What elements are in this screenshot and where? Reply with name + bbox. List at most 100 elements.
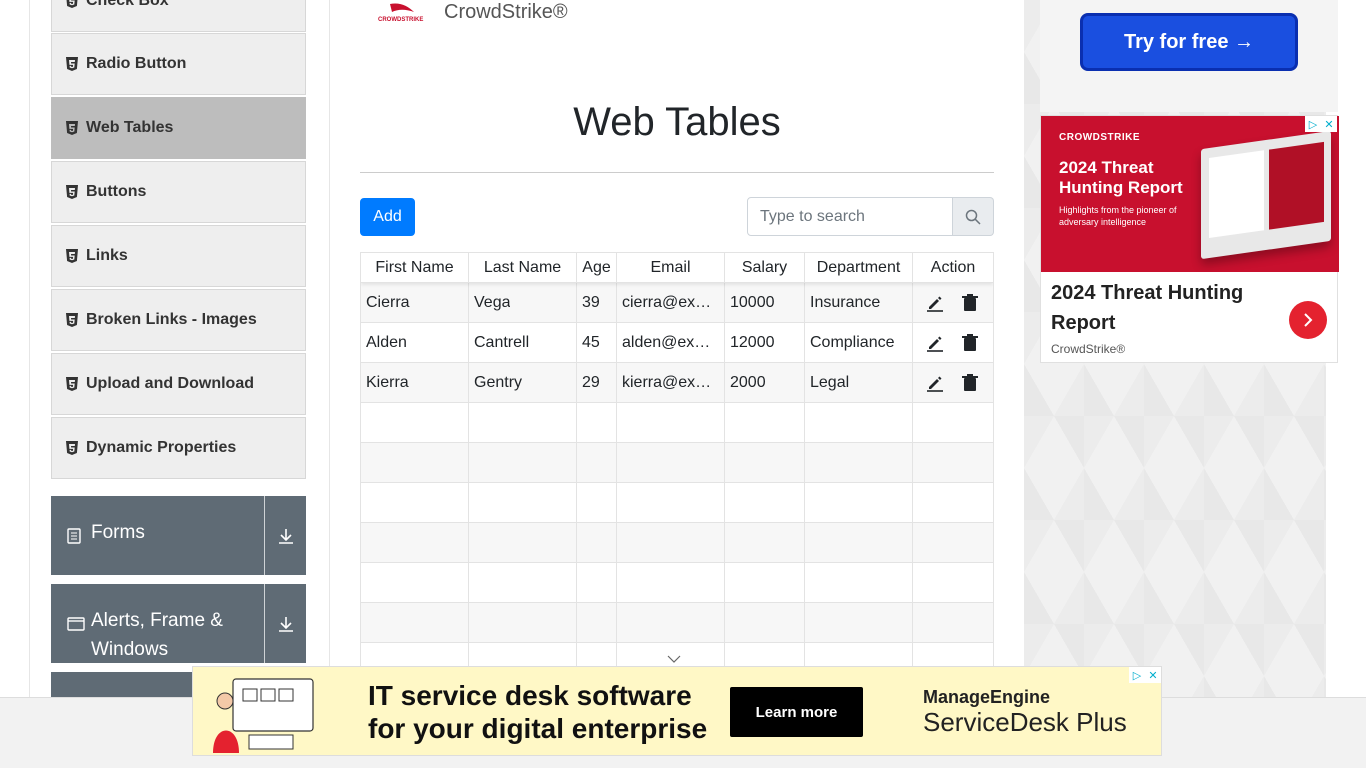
banner-ad-choices[interactable]: ▷ ✕ bbox=[1129, 667, 1161, 683]
cell-last-name: Vega bbox=[469, 283, 577, 323]
empty-cell bbox=[577, 563, 617, 603]
ad-title[interactable]: 2024 Threat Hunting Report bbox=[1051, 278, 1271, 338]
ad-choices[interactable]: ▷ ✕ bbox=[1305, 116, 1337, 132]
delete-icon[interactable] bbox=[962, 374, 980, 392]
sidebar-group-alerts[interactable]: Alerts, Frame & Windows bbox=[51, 584, 306, 663]
cell-salary: 10000 bbox=[725, 283, 805, 323]
cell-first-name: Alden bbox=[361, 323, 469, 363]
chevron-right-icon[interactable] bbox=[1289, 301, 1327, 339]
table-row-empty bbox=[361, 603, 993, 643]
close-icon[interactable]: ✕ bbox=[1145, 667, 1161, 683]
empty-cell bbox=[805, 563, 913, 603]
empty-cell bbox=[469, 523, 577, 563]
cell-department: Insurance bbox=[805, 283, 913, 323]
sidebar-item-label: Web Tables bbox=[86, 119, 174, 136]
sidebar-item-web-tables[interactable]: Web Tables bbox=[51, 97, 306, 159]
adchoices-icon[interactable]: ▷ bbox=[1305, 116, 1321, 132]
empty-cell bbox=[913, 563, 993, 603]
sidebar-item-buttons[interactable]: Buttons bbox=[51, 161, 306, 223]
sidebar-group-label: Alerts, Frame & Windows bbox=[91, 610, 223, 660]
empty-cell bbox=[617, 483, 725, 523]
empty-rows bbox=[361, 403, 993, 683]
delete-icon[interactable] bbox=[962, 334, 980, 352]
sidebar-item-dynamic-properties[interactable]: Dynamic Properties bbox=[51, 417, 306, 479]
column-header[interactable]: Age bbox=[577, 253, 617, 283]
cell-last-name: Cantrell bbox=[469, 323, 577, 363]
table-row-empty bbox=[361, 563, 993, 603]
html5-icon bbox=[66, 313, 78, 327]
sidebar-item-radio-button[interactable]: Radio Button bbox=[51, 33, 306, 95]
column-header[interactable]: First Name bbox=[361, 253, 469, 283]
html5-icon bbox=[66, 441, 78, 455]
sidebar-group-label: Forms bbox=[91, 522, 145, 543]
empty-cell bbox=[361, 403, 469, 443]
empty-cell bbox=[725, 523, 805, 563]
support-agent-illustration bbox=[203, 673, 331, 753]
empty-cell bbox=[617, 563, 725, 603]
banner-brand: ManageEngine bbox=[923, 687, 1051, 707]
adchoices-icon[interactable]: ▷ bbox=[1129, 667, 1145, 683]
empty-cell bbox=[469, 403, 577, 443]
form-icon bbox=[67, 524, 85, 544]
download-icon[interactable] bbox=[264, 584, 306, 663]
table-row: Cierra Vega 39 cierra@ex… 10000 Insuranc… bbox=[361, 283, 993, 323]
search-icon[interactable] bbox=[953, 197, 994, 236]
try-for-free-button[interactable]: Try for free → bbox=[1080, 13, 1298, 71]
sidebar-item-broken-links[interactable]: Broken Links - Images bbox=[51, 289, 306, 351]
ad-image: CROWDSTRIKE 2024 Threat Hunting Report H… bbox=[1041, 116, 1339, 272]
search-input[interactable] bbox=[747, 197, 953, 236]
empty-cell bbox=[577, 443, 617, 483]
cell-age: 39 bbox=[577, 283, 617, 323]
bottom-banner-ad[interactable]: IT service desk software for your digita… bbox=[192, 666, 1162, 756]
ad-top[interactable]: Try for free → bbox=[1040, 0, 1338, 112]
sidebar-item-label: Broken Links - Images bbox=[86, 311, 257, 328]
sidebar-item-links[interactable]: Links bbox=[51, 225, 306, 287]
crowdstrike-logo: CROWDSTRIKE bbox=[376, 0, 428, 24]
table-row-empty bbox=[361, 403, 993, 443]
crowdstrike-ad[interactable]: CROWDSTRIKE 2024 Threat Hunting Report H… bbox=[1040, 115, 1339, 363]
sidebar-item-check-box[interactable]: Check Box bbox=[51, 0, 306, 32]
banner-headline: IT service desk software for your digita… bbox=[368, 679, 707, 745]
column-header[interactable]: Salary bbox=[725, 253, 805, 283]
cell-actions bbox=[913, 363, 993, 403]
sidebar-item-upload-download[interactable]: Upload and Download bbox=[51, 353, 306, 415]
column-header[interactable]: Email bbox=[617, 253, 725, 283]
cell-actions bbox=[913, 323, 993, 363]
cell-actions bbox=[913, 283, 993, 323]
cell-first-name: Kierra bbox=[361, 363, 469, 403]
download-icon[interactable] bbox=[264, 496, 306, 575]
close-icon[interactable]: ✕ bbox=[1321, 116, 1337, 132]
empty-cell bbox=[469, 483, 577, 523]
empty-cell bbox=[577, 403, 617, 443]
sponsor-brand[interactable]: CROWDSTRIKE CrowdStrike® bbox=[376, 0, 568, 24]
empty-cell bbox=[805, 603, 913, 643]
learn-more-button[interactable]: Learn more bbox=[730, 687, 863, 737]
empty-cell bbox=[361, 603, 469, 643]
sidebar-group-forms[interactable]: Forms bbox=[51, 496, 306, 575]
html5-icon bbox=[66, 377, 78, 391]
column-header[interactable]: Last Name bbox=[469, 253, 577, 283]
empty-cell bbox=[805, 443, 913, 483]
cell-last-name: Gentry bbox=[469, 363, 577, 403]
sponsor-name: CrowdStrike® bbox=[444, 0, 568, 23]
add-record-button[interactable]: Add bbox=[360, 198, 415, 236]
empty-cell bbox=[617, 403, 725, 443]
delete-icon[interactable] bbox=[962, 294, 980, 312]
edit-icon[interactable] bbox=[926, 294, 944, 312]
empty-cell bbox=[577, 523, 617, 563]
cell-age: 29 bbox=[577, 363, 617, 403]
edit-icon[interactable] bbox=[926, 374, 944, 392]
empty-cell bbox=[913, 483, 993, 523]
html5-icon bbox=[66, 121, 78, 135]
column-header[interactable]: Department bbox=[805, 253, 913, 283]
table-row: Alden Cantrell 45 alden@ex… 12000 Compli… bbox=[361, 323, 993, 363]
cell-department: Legal bbox=[805, 363, 913, 403]
table-row-empty bbox=[361, 483, 993, 523]
empty-cell bbox=[361, 523, 469, 563]
empty-cell bbox=[913, 603, 993, 643]
empty-cell bbox=[361, 443, 469, 483]
empty-cell bbox=[913, 403, 993, 443]
edit-icon[interactable] bbox=[926, 334, 944, 352]
html5-icon bbox=[66, 57, 78, 71]
empty-cell bbox=[617, 523, 725, 563]
